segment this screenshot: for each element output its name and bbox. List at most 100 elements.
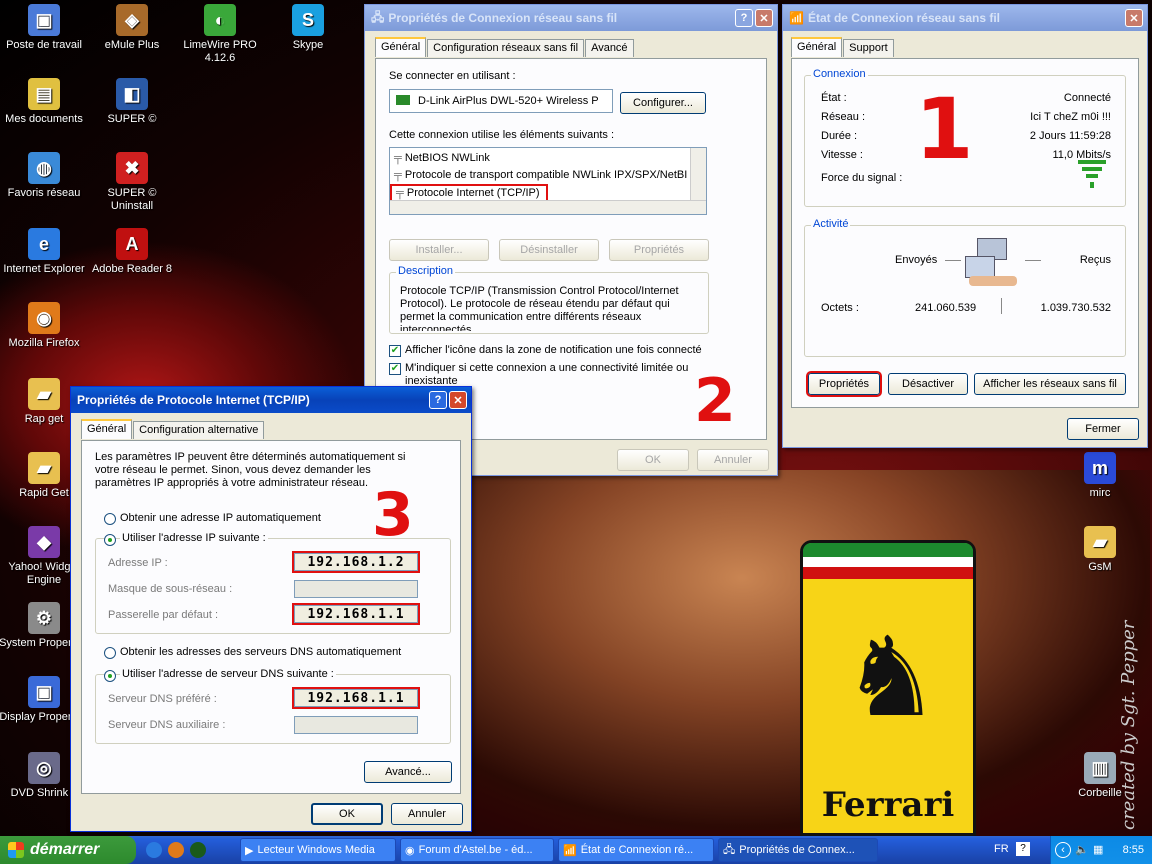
ok-button[interactable]: OK [617, 449, 689, 471]
adapter-name: D-Link AirPlus DWL-520+ Wireless P [418, 95, 599, 107]
desktop-icon-label: Poste de travail [6, 39, 82, 51]
volume-icon[interactable]: 🔈 [1075, 843, 1089, 856]
cancel-button[interactable]: Annuler [697, 449, 769, 471]
ip-address-field[interactable]: 192.168.1.2 [292, 551, 420, 573]
desktop-icon[interactable]: ▣ Poste de travail [0, 4, 89, 52]
language-indicator[interactable]: FR [994, 843, 1009, 855]
gateway-field[interactable]: 192.168.1.1 [292, 603, 420, 625]
titlebar[interactable]: 🖧 Propriétés de Connexion réseau sans fi… [365, 5, 777, 31]
uninstall-button[interactable]: Désinstaller [499, 239, 599, 261]
task-connection-status[interactable]: 📶 État de Connexion ré... [558, 838, 714, 862]
help-button[interactable]: ? [429, 391, 447, 409]
desktop-icon[interactable]: ◈ eMule Plus [87, 4, 177, 52]
manual-ip-group: Utiliser l'adresse IP suivante : Adresse… [95, 532, 451, 634]
wireless-icon: 📶 [789, 11, 804, 25]
desktop-icon-label: Internet Explorer [3, 263, 85, 275]
preferred-dns-label: Serveur DNS préféré : [108, 693, 217, 705]
desktop-icon[interactable]: A Adobe Reader 8 [87, 228, 177, 276]
ok-button[interactable]: OK [311, 803, 383, 825]
close-dialog-button[interactable]: Fermer [1067, 418, 1139, 440]
network-icon: ◍ [28, 152, 60, 184]
tab-general[interactable]: Général [81, 419, 133, 439]
tcpip-properties-window: Propriétés de Protocole Internet (TCP/IP… [70, 386, 472, 832]
close-button[interactable]: ✕ [449, 391, 467, 409]
duration-value: 2 Jours 11:59:28 [1029, 130, 1111, 142]
ie-icon[interactable] [146, 842, 162, 858]
auto-dns-label: Obtenir les adresses des serveurs DNS au… [120, 646, 402, 658]
auto-ip-radio[interactable] [104, 513, 116, 525]
desktop-icon[interactable]: ▥ Corbeille [1055, 752, 1145, 800]
intro-text: Les paramètres IP peuvent être déterminé… [95, 451, 406, 489]
sent-bytes: 241.060.539 [915, 302, 977, 314]
description-group: Description Protocole TCP/IP (Transmissi… [389, 265, 709, 334]
component-icon: ╤ [396, 187, 407, 199]
help-button[interactable]: ? [735, 9, 753, 27]
desktop-icon[interactable]: ◧ SUPER © [87, 78, 177, 126]
subnet-mask-field[interactable] [294, 580, 418, 598]
desktop-icon[interactable]: S Skype [263, 4, 353, 52]
preferred-dns-field[interactable]: 192.168.1.1 [292, 687, 420, 709]
component-icon: ╤ [394, 169, 405, 181]
titlebar[interactable]: 📶 État de Connexion réseau sans fil ✕ [783, 5, 1147, 31]
tab-general[interactable]: Général [791, 37, 843, 57]
manual-dns-radio[interactable] [104, 670, 116, 682]
scrollbar-horizontal[interactable] [390, 200, 706, 214]
alternate-dns-field[interactable] [294, 716, 418, 734]
desktop-icon[interactable]: ◉ Mozilla Firefox [0, 302, 89, 350]
connect-using-label: Se connecter en utilisant : [389, 70, 516, 82]
network-value: Ici T cheZ m0i !!! [1030, 111, 1111, 123]
desktop-icon[interactable]: ▰ GsM [1055, 526, 1145, 574]
connection-legend: Connexion [811, 68, 868, 80]
desktop-icon[interactable]: ◐ LimeWire PRO 4.12.6 [175, 4, 265, 65]
desktop-icon-label: Mozilla Firefox [8, 337, 80, 349]
configure-button[interactable]: Configurer... [620, 92, 706, 114]
help-icon[interactable]: ? [1016, 842, 1030, 856]
cancel-button[interactable]: Annuler [391, 803, 463, 825]
activity-computers-icon [965, 238, 1019, 288]
close-button[interactable]: ✕ [1125, 9, 1143, 27]
network-icon: 🖧 [371, 9, 385, 24]
firefox-icon[interactable] [168, 842, 184, 858]
components-list[interactable]: ╤ NetBIOS NWLink ╤ Protocole de transpor… [389, 147, 707, 215]
auto-dns-radio[interactable] [104, 647, 116, 659]
tab-support[interactable]: Support [843, 39, 894, 57]
limited-connectivity-checkbox[interactable]: ✔ [389, 363, 401, 375]
tray-network-icon[interactable]: ▦ [1093, 843, 1103, 856]
manual-ip-radio[interactable] [104, 534, 116, 546]
desktop-icon[interactable]: e Internet Explorer [0, 228, 89, 276]
desktop-icon[interactable]: ✖ SUPER © Uninstall [87, 152, 177, 213]
widget-icon: ◆ [28, 526, 60, 558]
titlebar[interactable]: Propriétés de Protocole Internet (TCP/IP… [71, 387, 471, 413]
close-button[interactable]: ✕ [755, 9, 773, 27]
media-icon[interactable] [190, 842, 206, 858]
task-network-properties[interactable]: 🖧 Propriétés de Connex... [718, 838, 878, 862]
start-button[interactable]: démarrer [0, 836, 136, 864]
general-panel: Se connecter en utilisant : D-Link AirPl… [375, 58, 767, 440]
show-networks-button[interactable]: Afficher les réseaux sans fil [974, 373, 1126, 395]
list-item[interactable]: ╤ NetBIOS NWLink [394, 152, 490, 164]
install-button[interactable]: Installer... [389, 239, 489, 261]
desktop-icon[interactable]: m mirc [1055, 452, 1145, 500]
tab-advanced[interactable]: Avancé [585, 39, 634, 57]
mirc-icon: m [1084, 452, 1116, 484]
task-forum[interactable]: ◉ Forum d'Astel.be - éd... [400, 838, 554, 862]
sent-label: Envoyés [895, 254, 938, 266]
notify-icon-checkbox[interactable]: ✔ [389, 345, 401, 357]
signal-label: Force du signal : [821, 172, 903, 184]
tcpip-general-panel: Les paramètres IP peuvent être déterminé… [81, 440, 461, 794]
disable-button[interactable]: Désactiver [888, 373, 968, 395]
component-properties-button[interactable]: Propriétés [609, 239, 709, 261]
tab-general[interactable]: Général [375, 37, 427, 57]
tab-alternate-config[interactable]: Configuration alternative [133, 421, 265, 439]
scrollbar-vertical[interactable] [690, 148, 706, 200]
desktop-icon[interactable]: ▤ Mes documents [0, 78, 89, 126]
properties-button[interactable]: Propriétés [806, 371, 882, 397]
desktop-icon-label: Skype [292, 39, 324, 51]
elements-label: Cette connexion utilise les éléments sui… [389, 129, 615, 141]
tray-expand-icon[interactable]: ‹ [1055, 842, 1071, 858]
advanced-button[interactable]: Avancé... [364, 761, 452, 783]
list-item[interactable]: ╤ Protocole de transport compatible NWLi… [394, 169, 687, 181]
desktop-icon[interactable]: ◍ Favoris réseau [0, 152, 89, 200]
tab-wireless-config[interactable]: Configuration réseaux sans fil [427, 39, 585, 57]
task-media-player[interactable]: ▶ Lecteur Windows Media [240, 838, 396, 862]
